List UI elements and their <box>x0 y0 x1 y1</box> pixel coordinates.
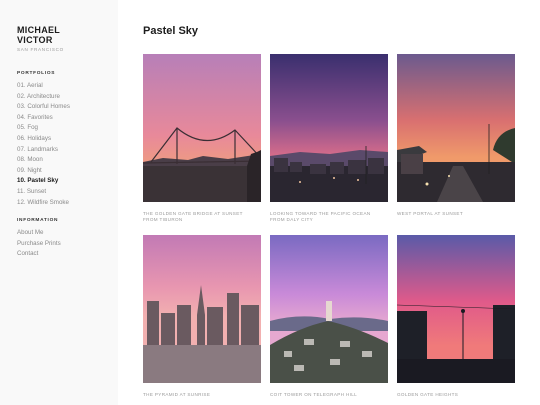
portfolio-item-holidays[interactable]: 06. Holidays <box>17 134 70 145</box>
portfolio-item-moon[interactable]: 08. Moon <box>17 155 70 166</box>
photo-pyramid[interactable] <box>143 235 261 383</box>
portfolio-menu: 01. Aerial 02. Architecture 03. Colorful… <box>17 81 70 208</box>
photo-coit-tower[interactable] <box>270 235 388 383</box>
info-item-about-me[interactable]: About Me <box>17 228 61 239</box>
page-title: Pastel Sky <box>143 25 199 37</box>
photo-caption: THE GOLDEN GATE BRIDGE AT SUNSET FROM TI… <box>143 211 243 223</box>
photo-golden-gate-heights[interactable] <box>397 235 515 383</box>
photo-golden-gate[interactable] <box>143 54 261 202</box>
portfolios-heading: PORTFOLIOS <box>17 71 56 76</box>
portfolio-item-pastel-sky[interactable]: 10. Pastel Sky <box>17 176 70 187</box>
gallery-card: WEST PORTAL AT SUNSET <box>397 54 515 217</box>
gallery-card: COIT TOWER ON TELEGRAPH HILL <box>270 235 388 398</box>
photo-daly-city[interactable] <box>270 54 388 202</box>
portfolio-item-wildfire-smoke[interactable]: 12. Wildfire Smoke <box>17 198 70 209</box>
photo-caption: WEST PORTAL AT SUNSET <box>397 211 463 216</box>
photo-caption: LOOKING TOWARD THE PACIFIC OCEAN FROM DA… <box>270 211 371 223</box>
portfolio-item-night[interactable]: 09. Night <box>17 166 70 177</box>
portfolio-item-fog[interactable]: 05. Fog <box>17 123 70 134</box>
portfolio-item-favorites[interactable]: 04. Favorites <box>17 113 70 124</box>
information-heading: INFORMATION <box>17 218 59 223</box>
info-item-purchase-prints[interactable]: Purchase Prints <box>17 239 61 250</box>
photo-caption: THE PYRAMID AT SUNRISE <box>143 392 211 397</box>
brand-last-name[interactable]: VICTOR <box>17 35 107 46</box>
site-brand[interactable]: MICHAEL VICTOR <box>17 25 107 46</box>
information-menu: About Me Purchase Prints Contact <box>17 228 61 260</box>
gallery-card: LOOKING TOWARD THE PACIFIC OCEAN FROM DA… <box>270 54 388 223</box>
sidebar: MICHAEL VICTOR SAN FRANCISCO PORTFOLIOS … <box>0 0 118 405</box>
gallery-card: GOLDEN GATE HEIGHTS <box>397 235 515 398</box>
photo-west-portal[interactable] <box>397 54 515 202</box>
portfolio-item-colorful-homes[interactable]: 03. Colorful Homes <box>17 102 70 113</box>
info-item-contact[interactable]: Contact <box>17 249 61 260</box>
photo-caption: GOLDEN GATE HEIGHTS <box>397 392 459 397</box>
gallery-card: THE PYRAMID AT SUNRISE <box>143 235 261 398</box>
gallery-card: THE GOLDEN GATE BRIDGE AT SUNSET FROM TI… <box>143 54 261 223</box>
portfolio-item-aerial[interactable]: 01. Aerial <box>17 81 70 92</box>
portfolio-item-architecture[interactable]: 02. Architecture <box>17 92 70 103</box>
portfolio-item-landmarks[interactable]: 07. Landmarks <box>17 145 70 156</box>
brand-subtitle: SAN FRANCISCO <box>17 47 64 52</box>
photo-caption: COIT TOWER ON TELEGRAPH HILL <box>270 392 358 397</box>
portfolio-item-sunset[interactable]: 11. Sunset <box>17 187 70 198</box>
